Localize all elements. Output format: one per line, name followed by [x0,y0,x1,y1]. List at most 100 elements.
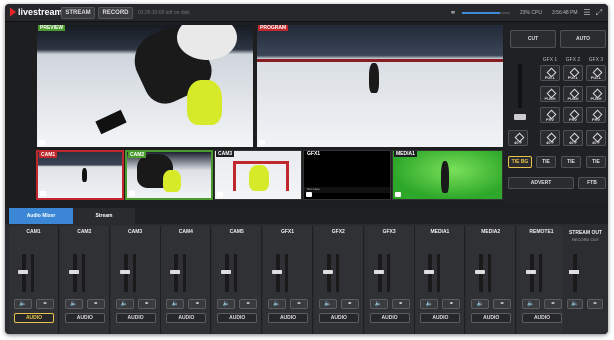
gfx2-push-button[interactable]: PUSH [563,86,583,102]
ftb-button[interactable]: FTB [578,177,606,189]
fader-knob[interactable] [424,270,435,274]
source-label: GFX1 [305,151,323,157]
audio-button[interactable]: AUDIO [522,313,562,323]
skate [95,109,127,135]
headphones-icon[interactable]: ⚭ [442,299,461,309]
camera-icon [129,191,135,196]
tie-gfx1-button[interactable]: TIE [536,156,556,168]
headphones-icon[interactable]: ⚭ [188,299,207,309]
speaker-icon[interactable]: 🔈 [567,299,583,309]
output-strip: STREAM OUT RECORD OUT 🔈 ⚭ [563,226,608,334]
speaker-icon[interactable]: 🔈 [471,299,490,309]
speaker-icon[interactable]: 🔈 [217,299,236,309]
speaker-icon[interactable]: 🔈 [420,299,439,309]
level-meter [437,254,441,292]
headphones-icon[interactable]: ⚭ [493,299,512,309]
gfx3-toggle[interactable]: 40 F [586,130,606,146]
headphones-icon[interactable]: ⚭ [340,299,359,309]
level-meter [81,254,85,292]
fader-knob[interactable] [119,270,130,274]
audio-button[interactable]: AUDIO [420,313,461,323]
speaker-icon[interactable]: 🔈 [318,299,337,309]
gfx1-pull-button[interactable]: PULL [540,65,560,81]
level-meter [386,254,390,292]
headphones-icon[interactable]: ⚭ [137,299,156,309]
gfx1-push-button[interactable]: PUSH [540,86,560,102]
level-meter [335,254,339,292]
audio-button[interactable]: AUDIO [471,313,512,323]
headphones-icon[interactable]: ⚭ [36,299,54,309]
fader-knob[interactable] [272,270,282,274]
gfx2-pull-button[interactable]: PULL [563,65,583,81]
channel-name: CAM3 [128,229,143,235]
channel-name: REMOTE1 [529,229,554,235]
fullscreen-icon[interactable]: ⤢ [594,8,604,18]
audio-button[interactable]: AUDIO [115,313,156,323]
gfx2-prv-button[interactable]: PRV [563,107,583,123]
fader-knob[interactable] [475,270,486,274]
program-monitor[interactable]: PROGRAM [256,24,504,148]
gfx2-toggle[interactable]: 40 F [563,130,583,146]
fader-knob[interactable] [68,270,79,274]
audio-mixer-panel: Audio Mixer Stream CAM1 🔈 ⚭ AUDIO CAM2 🔈 ⚭ AUDI… [5,208,608,334]
skater-figure [369,63,379,93]
headphones-icon[interactable]: ⚭ [448,8,458,18]
bg-toggle[interactable]: 40 F [508,130,528,146]
fader-knob[interactable] [322,270,333,274]
speaker-icon[interactable]: 🔈 [268,299,286,309]
source-cam2[interactable]: CAM2 [125,150,213,200]
source-cam3[interactable]: CAM3 [214,150,302,200]
auto-button[interactable]: AUTO [560,30,606,48]
tie-gfx2-button[interactable]: TIE [561,156,581,168]
audio-button[interactable]: AUDIO [318,313,359,323]
headphones-icon[interactable]: ⚭ [239,299,258,309]
tab-stream[interactable]: Stream [73,208,135,224]
gfx1-prv-button[interactable]: PRV [540,107,560,123]
source-media1[interactable]: MEDIA1 [392,150,503,200]
source-cam1[interactable]: CAM1 [36,150,124,200]
tab-audio-mixer[interactable]: Audio Mixer [9,208,73,224]
speaker-icon[interactable]: 🔈 [369,299,388,309]
headphones-icon[interactable]: ⚭ [86,299,105,309]
t-bar-handle[interactable] [514,114,526,120]
audio-button[interactable]: AUDIO [64,313,105,323]
fader-knob[interactable] [18,270,28,274]
fader-knob[interactable] [373,270,384,274]
menu-icon[interactable]: ☰ [582,8,592,18]
speaker-icon[interactable]: 🔈 [14,299,32,309]
audio-button[interactable]: AUDIO [14,313,54,323]
audio-button[interactable]: AUDIO [268,313,308,323]
gfx3-pull-button[interactable]: PULL [586,65,606,81]
advert-button[interactable]: ADVERT [508,177,574,189]
headphones-icon[interactable]: ⚭ [587,299,603,309]
output-fader-knob[interactable] [569,270,579,274]
stream-button[interactable]: STREAM [61,7,95,19]
speaker-icon[interactable]: 🔈 [522,299,540,309]
goalie-jersey [163,170,181,192]
gfx3-push-button[interactable]: PUSH [586,86,606,102]
level-meter [234,254,238,292]
speaker-icon[interactable]: 🔈 [166,299,185,309]
fader-knob[interactable] [221,270,232,274]
record-button[interactable]: RECORD [98,7,133,19]
tie-bg-button[interactable]: TIE BG [508,156,532,168]
gfx1-toggle[interactable]: 40 F [540,130,560,146]
preview-monitor[interactable]: PREVIEW [36,24,254,148]
goalie-jersey [187,80,222,125]
speaker-icon[interactable]: 🔈 [64,299,83,309]
gfx3-prv-button[interactable]: PRV [586,107,606,123]
cut-button[interactable]: CUT [510,30,556,48]
fader-knob[interactable] [170,270,181,274]
fader-knob[interactable] [526,270,536,274]
master-volume-slider[interactable] [462,12,510,14]
tie-gfx3-button[interactable]: TIE [586,156,606,168]
audio-button[interactable]: AUDIO [369,313,410,323]
headphones-icon[interactable]: ⚭ [391,299,410,309]
speaker-icon[interactable]: 🔈 [115,299,134,309]
audio-button[interactable]: AUDIO [217,313,258,323]
headphones-icon[interactable]: ⚭ [544,299,562,309]
audio-button[interactable]: AUDIO [166,313,207,323]
headphones-icon[interactable]: ⚭ [290,299,308,309]
source-gfx1[interactable]: GFX1 Text Here [303,150,391,200]
channel-name: CAM4 [178,229,193,235]
